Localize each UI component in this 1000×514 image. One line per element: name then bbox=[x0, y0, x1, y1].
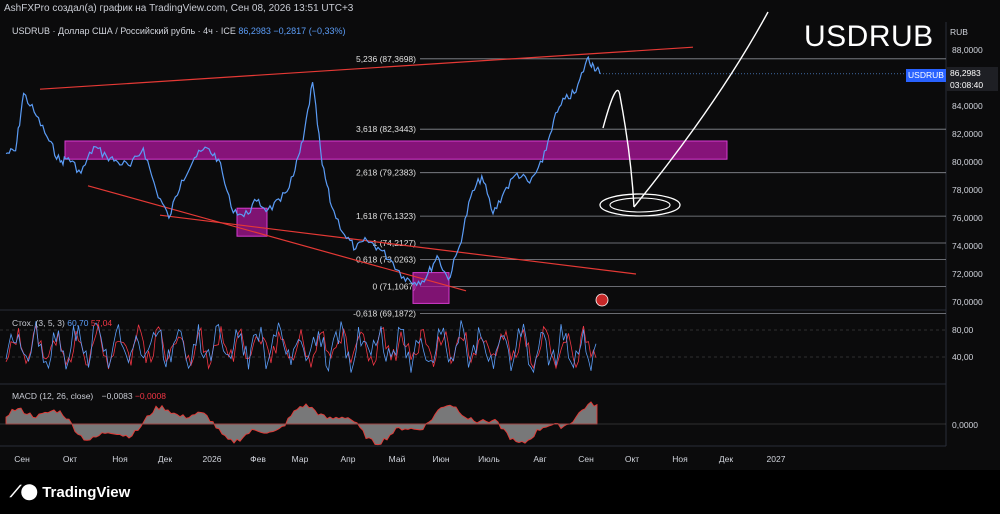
symbol-price-tag: USDRUB bbox=[906, 69, 946, 82]
macd-legend[interactable]: MACD (12, 26, close) −0,0083 −0,0008 bbox=[12, 391, 166, 401]
time-axis-label: Сен bbox=[14, 454, 30, 464]
us-flag-icon[interactable] bbox=[595, 293, 609, 307]
brand-name: TradingView bbox=[42, 484, 131, 501]
stoch-d-value: 57,04 bbox=[90, 318, 113, 328]
time-axis-label: Фев bbox=[250, 454, 266, 464]
time-axis-label: Авг bbox=[533, 454, 546, 464]
price-axis-label: 78,0000 bbox=[952, 185, 983, 195]
price-axis-label: 84,0000 bbox=[952, 101, 983, 111]
bar-countdown: 03:08:40 bbox=[950, 80, 984, 90]
target-circle[interactable] bbox=[599, 193, 681, 217]
support-box[interactable] bbox=[236, 207, 268, 237]
stoch-axis-label: 40,00 bbox=[952, 352, 974, 362]
macd-value-1: −0,0083 bbox=[101, 391, 133, 401]
time-axis-label: Мар bbox=[292, 454, 309, 464]
fib-level-label: 5,236 (87,3698) bbox=[356, 54, 416, 64]
time-axis-label: 2026 bbox=[203, 454, 222, 464]
time-axis-label: Дек bbox=[158, 454, 172, 464]
macd-axis-label: 0,0000 bbox=[952, 420, 978, 430]
tradingview-logo[interactable]: ⟋⬤ TradingView bbox=[10, 484, 130, 502]
price-axis-label: 72,0000 bbox=[952, 269, 983, 279]
macd-value-2: −0,0008 bbox=[134, 391, 166, 401]
time-axis-label: Сен bbox=[578, 454, 594, 464]
time-axis-label: Апр bbox=[341, 454, 356, 464]
time-axis-label: Май bbox=[389, 454, 406, 464]
fib-level-label: 3,618 (82,3443) bbox=[356, 124, 416, 134]
tradingview-icon: ⟋⬤ bbox=[10, 484, 38, 501]
price-axis-label: 70,0000 bbox=[952, 297, 983, 307]
fib-level-label: -0,618 (69,1872) bbox=[353, 308, 416, 318]
stoch-axis-label: 80,00 bbox=[952, 325, 974, 335]
price-axis-label: 76,0000 bbox=[952, 213, 983, 223]
currency-label: RUB bbox=[950, 27, 968, 37]
last-price-value: 86,2983 bbox=[950, 68, 981, 78]
time-axis-label: Окт bbox=[625, 454, 639, 464]
time-axis-label: Ноя bbox=[112, 454, 128, 464]
stoch-k-line[interactable] bbox=[5, 320, 597, 374]
overlay-title: USDRUB bbox=[804, 20, 934, 53]
time-axis-label: Окт bbox=[63, 454, 77, 464]
projection-drawing[interactable] bbox=[633, 11, 769, 208]
fib-level-label: 1,618 (76,1323) bbox=[356, 211, 416, 221]
trendline[interactable] bbox=[159, 214, 637, 275]
time-axis-label: Дек bbox=[719, 454, 733, 464]
stoch-label: Стох. (3, 5, 3) bbox=[12, 318, 65, 328]
time-axis-label: 2027 bbox=[767, 454, 786, 464]
fib-level-label: 0 (71,1067) bbox=[373, 282, 417, 292]
fib-level-label: 2,618 (79,2383) bbox=[356, 168, 416, 178]
time-axis-label: Июль bbox=[478, 454, 500, 464]
price-series-line[interactable] bbox=[5, 55, 601, 287]
price-axis-label: 74,0000 bbox=[952, 241, 983, 251]
last-price-tag: 86,2983 03:08:40 bbox=[946, 67, 998, 91]
macd-label: MACD (12, 26, close) bbox=[12, 391, 94, 401]
price-axis-label: 80,0000 bbox=[952, 157, 983, 167]
time-axis-label: Ноя bbox=[672, 454, 688, 464]
time-axis-label: Июн bbox=[432, 454, 449, 464]
macd-histogram[interactable] bbox=[5, 401, 598, 446]
price-axis-label: 88,0000 bbox=[952, 45, 983, 55]
stoch-legend[interactable]: Стох. (3, 5, 3) 60,70 57,04 bbox=[12, 318, 112, 328]
price-axis-label: 82,0000 bbox=[952, 129, 983, 139]
stoch-k-value: 60,70 bbox=[67, 318, 89, 328]
